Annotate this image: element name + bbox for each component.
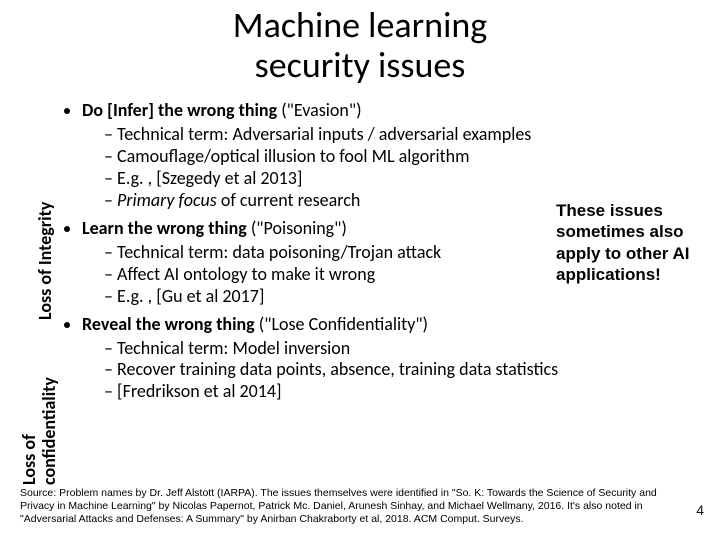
sub-item: Technical term: Adversarial inputs / adv… xyxy=(104,124,562,146)
sub-item: Technical term: Model inversion xyxy=(104,338,562,360)
sub-item: E.g. , [Szegedy et al 2013] xyxy=(104,168,562,190)
callout-note: These issues sometimes also apply to oth… xyxy=(556,200,706,285)
side-label-integrity: Loss of Integrity xyxy=(34,202,56,320)
sub-item: [Fredrikson et al 2014] xyxy=(104,381,562,403)
sub-item: Technical term: data poisoning/Trojan at… xyxy=(104,242,562,264)
bullet-evasion: Do [Infer] the wrong thing ("Evasion") T… xyxy=(82,100,562,212)
sub-item: Primary focus of current research xyxy=(104,190,562,212)
sub-item: E.g. , [Gu et al 2017] xyxy=(104,286,562,308)
source-footnote: Source: Problem names by Dr. Jeff Alstot… xyxy=(20,487,680,526)
side-label-conf-line2: confidentiality xyxy=(38,377,60,485)
slide: Machine learning security issues Loss of… xyxy=(0,0,720,540)
title-line2: security issues xyxy=(255,43,466,87)
sub-item: Affect AI ontology to make it wrong xyxy=(104,264,562,286)
side-label-conf-line1: Loss of xyxy=(18,434,40,485)
title-line1: Machine learning xyxy=(233,3,487,47)
content-body: Do [Infer] the wrong thing ("Evasion") T… xyxy=(62,100,562,409)
slide-title: Machine learning security issues xyxy=(0,0,720,85)
sub-item: Camouflage/optical illusion to fool ML a… xyxy=(104,146,562,168)
bullet-poisoning: Learn the wrong thing ("Poisoning") Tech… xyxy=(82,218,562,308)
bullet-reveal: Reveal the wrong thing ("Lose Confidenti… xyxy=(82,314,562,404)
sub-item: Recover training data points, absence, t… xyxy=(104,359,562,381)
page-number: 4 xyxy=(696,502,704,518)
